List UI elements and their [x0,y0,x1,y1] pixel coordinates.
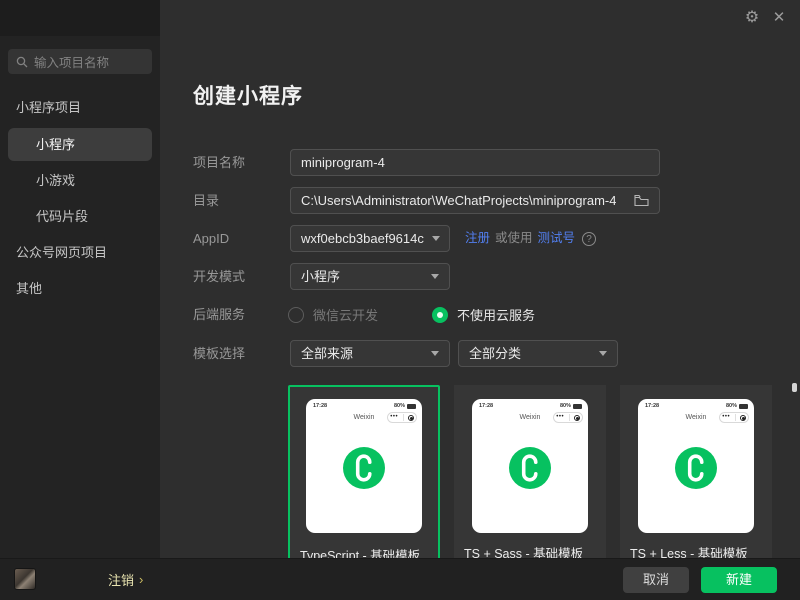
settings-gear-icon[interactable]: ⚙ [743,9,761,27]
sidebar-nav: 小程序项目小程序小游戏代码片段公众号网页项目 其他 [0,92,160,305]
appid-links: 注册 或使用 测试号 ? [465,225,597,252]
battery-icon [407,403,416,409]
capsule-close-icon [739,414,746,421]
backend-radio-1[interactable]: 不使用云服务 [432,301,535,328]
help-icon[interactable]: ? [582,231,597,246]
cancel-button[interactable]: 取消 [623,567,689,593]
phone-time: 17:28 [479,403,494,409]
create-miniprogram-panel: ⚙ ✕ 创建小程序 项目名称 目录 C:\Users\Administrator… [160,0,800,585]
test-account-link[interactable]: 测试号 [538,225,576,252]
backend-label: 后端服务 [193,307,246,322]
sidebar-item-0[interactable]: 小程序项目 [0,92,160,124]
battery-icon [739,403,748,409]
logout-label: 注销 [108,573,135,588]
more-dots-icon: ••• [556,414,565,420]
footer-bar: 注销 › 取消 新建 CSDN @整日发愁 [0,558,800,600]
page-title: 创建小程序 [193,85,303,108]
directory-value: C:\Users\Administrator\WeChatProjects\mi… [301,193,617,208]
phone-capsule-menu: ••• [387,412,417,423]
dev-mode-select[interactable]: 小程序 [290,263,450,290]
directory-label: 目录 [193,193,220,208]
battery-icon [573,403,582,409]
miniprogram-logo-icon [343,447,385,489]
or-use-text: 或使用 [495,231,533,245]
directory-input[interactable]: C:\Users\Administrator\WeChatProjects\mi… [290,187,660,214]
create-button[interactable]: 新建 [701,567,777,593]
chevron-down-icon [431,236,440,241]
search-placeholder: 输入项目名称 [34,56,110,70]
sidebar-item-4[interactable]: 公众号网页项目 [0,237,160,269]
template-card-list: 17:28 80% Weixin ••• TypeScript - 基础模板 17:28 8… [288,385,772,585]
project-search-input[interactable]: 输入项目名称 [8,49,152,74]
miniprogram-logo-icon [675,447,717,489]
template-card-0[interactable]: 17:28 80% Weixin ••• TypeScript - 基础模板 [288,385,440,585]
more-dots-icon: ••• [390,414,399,420]
phone-mockup: 17:28 80% Weixin ••• [306,399,422,533]
phone-battery-percent: 80% [559,403,571,409]
project-name-label: 项目名称 [193,155,246,170]
capsule-close-icon [573,414,580,421]
radio-unselected-icon[interactable] [288,306,304,323]
sidebar-item-3[interactable]: 代码片段 [0,201,160,233]
backend-radio-label: 不使用云服务 [457,308,536,323]
template-category-value: 全部分类 [469,346,522,361]
chevron-down-icon [431,351,439,356]
phone-mockup: 17:28 80% Weixin ••• [638,399,754,533]
phone-battery-percent: 80% [393,403,405,409]
sidebar-item-1[interactable]: 小程序 [8,128,152,161]
register-link[interactable]: 注册 [465,225,490,252]
close-icon[interactable]: ✕ [770,9,788,27]
template-card-2[interactable]: 17:28 80% Weixin ••• TS + Less - 基础模板 [620,385,772,585]
sidebar-item-2[interactable]: 小游戏 [0,165,160,197]
phone-time: 17:28 [645,403,660,409]
logout-button[interactable]: 注销 › [108,570,143,589]
folder-icon[interactable] [634,194,649,207]
backend-radio-0[interactable]: 微信云开发 [288,301,378,328]
phone-mockup: 17:28 80% Weixin ••• [472,399,588,533]
dev-mode-value: 小程序 [301,269,341,284]
capsule-close-icon [407,414,414,421]
phone-battery-percent: 80% [725,403,737,409]
phone-time: 17:28 [313,403,328,409]
project-name-input[interactable] [290,149,660,176]
miniprogram-logo-icon [509,447,551,489]
phone-capsule-menu: ••• [553,412,583,423]
sidebar: 输入项目名称 小程序项目小程序小游戏代码片段公众号网页项目 其他 [0,0,160,558]
chevron-right-icon: › [139,572,144,587]
dev-mode-label: 开发模式 [193,269,246,284]
template-source-value: 全部来源 [301,346,354,361]
chevron-down-icon [599,351,607,356]
phone-capsule-menu: ••• [719,412,749,423]
sidebar-top-strip [0,0,160,36]
template-category-select[interactable]: 全部分类 [458,340,618,367]
scrollbar-thumb[interactable] [792,383,797,392]
search-icon [16,56,28,67]
appid-select[interactable]: wxf0ebcb3baef9614c [290,225,450,252]
template-card-1[interactable]: 17:28 80% Weixin ••• TS + Sass - 基础模板 [454,385,606,585]
appid-label: AppID [193,231,230,246]
template-source-select[interactable]: 全部来源 [290,340,450,367]
more-dots-icon: ••• [722,414,731,420]
template-label: 模板选择 [193,346,246,361]
radio-selected-icon[interactable] [432,306,448,323]
sidebar-item-5[interactable]: 其他 [0,273,160,305]
appid-value: wxf0ebcb3baef9614c [301,231,424,246]
backend-radio-label: 微信云开发 [313,308,379,323]
chevron-down-icon [431,274,439,279]
avatar[interactable] [14,568,36,590]
